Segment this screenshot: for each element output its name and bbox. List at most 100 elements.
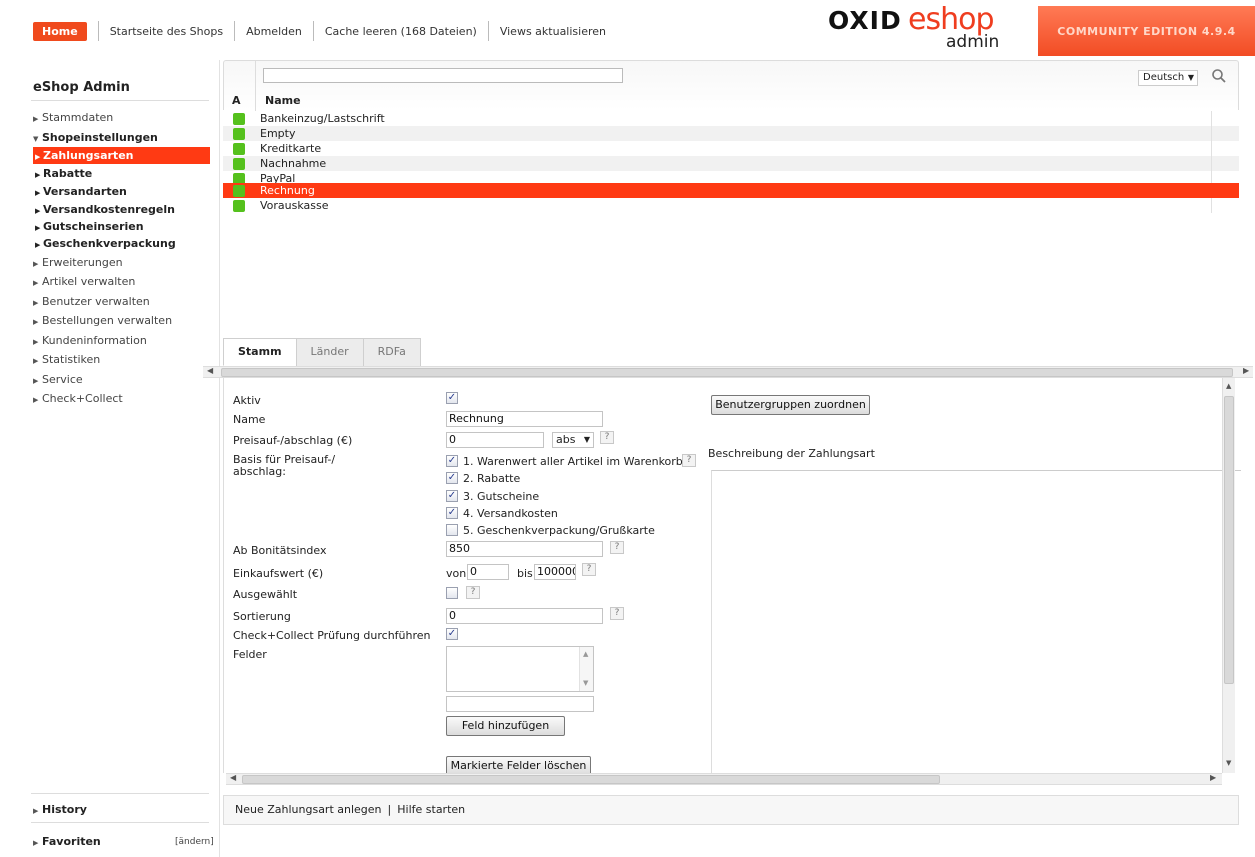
bis-input[interactable]: 1000000 [534, 564, 576, 580]
scroll-right-icon[interactable]: ▶ [1210, 773, 1216, 782]
divider: | [387, 803, 392, 816]
sidebar-item-history[interactable]: ▶ History [33, 801, 87, 819]
sidebar-item-kundeninformation[interactable]: ▶ Kundeninformation [33, 332, 147, 350]
basis-option-checkbox[interactable]: ✓ [446, 507, 458, 519]
sidebar-item-artikel[interactable]: ▶ Artikel verwalten [33, 273, 135, 291]
favorites-edit-link[interactable]: [ändern] [175, 837, 214, 847]
search-input[interactable] [263, 68, 623, 83]
divider [487, 21, 489, 41]
sidebar-subitem-gutscheinserien[interactable]: ▶ Gutscheinserien [33, 218, 210, 235]
help-icon[interactable]: ? [582, 563, 596, 576]
help-link[interactable]: Hilfe starten [397, 803, 465, 816]
new-payment-method-link[interactable]: Neue Zahlungsart anlegen [235, 803, 382, 816]
help-icon[interactable]: ? [600, 431, 614, 444]
bonitaet-input[interactable]: 850 [446, 541, 603, 557]
tab-rdfa[interactable]: RDFa [362, 338, 421, 366]
basis-option-checkbox[interactable]: ✓ [446, 472, 458, 484]
sidebar-item-shopeinstellungen[interactable]: ▼ Shopeinstellungen [33, 129, 158, 147]
basis-option-label: 3. Gutscheine [463, 490, 540, 503]
list-row[interactable]: Kreditkarte [223, 141, 1239, 156]
new-field-input[interactable] [446, 696, 594, 712]
scroll-down-icon[interactable]: ▼ [1226, 759, 1231, 767]
scroll-down-icon[interactable]: ▼ [583, 679, 588, 687]
search-icon[interactable] [1210, 67, 1228, 85]
vertical-scrollbar[interactable]: ▲ ▼ [579, 647, 593, 691]
list-row[interactable]: Vorauskasse [223, 198, 1239, 213]
divider [1211, 126, 1212, 141]
preis-unit-value: abs [556, 433, 576, 446]
sortierung-input[interactable]: 0 [446, 608, 603, 624]
felder-label: Felder [233, 648, 267, 661]
clear-cache-link[interactable]: Cache leeren (168 Dateien) [325, 25, 477, 38]
scroll-up-icon[interactable]: ▲ [583, 650, 588, 658]
list-row[interactable]: Nachnahme [223, 156, 1239, 171]
bottom-action-bar: Neue Zahlungsart anlegen | Hilfe starten [223, 795, 1239, 825]
sidebar-item-favoriten[interactable]: ▶ Favoriten [33, 833, 101, 851]
vertical-scrollbar[interactable]: ▲ ▼ [1222, 378, 1235, 773]
home-link[interactable]: Home [33, 21, 87, 41]
sidebar-item-service[interactable]: ▶ Service [33, 371, 83, 389]
assign-user-groups-button[interactable]: Benutzergruppen zuordnen [711, 395, 870, 415]
scrollbar-thumb[interactable] [242, 775, 940, 784]
name-label: Name [233, 413, 266, 426]
help-icon[interactable]: ? [610, 541, 624, 554]
name-input[interactable]: Rechnung [446, 411, 603, 427]
divider [1211, 111, 1212, 126]
scrollbar-thumb[interactable] [221, 368, 1233, 377]
checkcollect-checkbox[interactable]: ✓ [446, 628, 458, 640]
scroll-up-icon[interactable]: ▲ [1226, 382, 1231, 390]
help-icon[interactable]: ? [466, 586, 480, 599]
description-editor[interactable] [711, 470, 1241, 773]
scroll-right-icon[interactable]: ▶ [1243, 366, 1249, 375]
scroll-left-icon[interactable]: ◀ [207, 366, 213, 375]
basis-option-checkbox[interactable]: ✓ [446, 490, 458, 502]
sidebar-item-label: Geschenkverpackung [43, 237, 176, 250]
basis-option-checkbox[interactable]: ✓ [446, 455, 458, 467]
aktiv-checkbox[interactable]: ✓ [446, 392, 458, 404]
sidebar-subitem-versandarten[interactable]: ▶ Versandarten [33, 183, 210, 200]
column-header-active[interactable]: A [232, 94, 241, 107]
horizontal-scrollbar[interactable]: ◀ ▶ [226, 773, 1222, 785]
add-field-button[interactable]: Feld hinzufügen [446, 716, 565, 736]
payment-detail-form: Aktiv ✓ Name Rechnung Preisauf-/abschlag… [223, 378, 1241, 776]
update-views-link[interactable]: Views aktualisieren [500, 25, 606, 38]
einkauf-label: Einkaufswert (€) [233, 567, 324, 580]
list-row[interactable]: Bankeinzug/Lastschrift [223, 111, 1239, 126]
logout-link[interactable]: Abmelden [246, 25, 302, 38]
tab-stamm[interactable]: Stamm [223, 338, 297, 366]
horizontal-scrollbar[interactable]: ◀ ▶ [203, 366, 1253, 378]
active-status-icon [233, 113, 245, 125]
sidebar-item-stammdaten[interactable]: ▶ Stammdaten [33, 109, 113, 127]
sidebar-item-check-collect[interactable]: ▶ Check+Collect [33, 390, 123, 408]
caret-down-icon: ▼ [583, 435, 590, 444]
preis-input[interactable]: 0 [446, 432, 544, 448]
top-navigation: Home Startseite des Shops Abmelden Cache… [33, 20, 606, 42]
scroll-left-icon[interactable]: ◀ [230, 773, 236, 782]
list-row[interactable]: Empty [223, 126, 1239, 141]
sidebar-item-benutzer[interactable]: ▶ Benutzer verwalten [33, 293, 150, 311]
sidebar-subitem-zahlungsarten[interactable]: ▶ Zahlungsarten [33, 147, 210, 164]
help-icon[interactable]: ? [682, 454, 696, 467]
ausgewaehlt-checkbox[interactable] [446, 587, 458, 599]
bis-label: bis [517, 567, 533, 580]
von-input[interactable]: 0 [467, 564, 509, 580]
top-bar: Home Startseite des Shops Abmelden Cache… [0, 0, 1255, 58]
sidebar-subitem-versandkostenregeln[interactable]: ▶ Versandkostenregeln [33, 201, 210, 218]
basis-option-label: 5. Geschenkverpackung/Grußkarte [463, 524, 655, 537]
sidebar-item-bestellungen[interactable]: ▶ Bestellungen verwalten [33, 312, 172, 330]
sidebar-item-statistiken[interactable]: ▶ Statistiken [33, 351, 100, 369]
tab-laender[interactable]: Länder [295, 338, 364, 366]
shop-start-link[interactable]: Startseite des Shops [110, 25, 223, 38]
basis-option-checkbox[interactable] [446, 524, 458, 536]
sidebar-subitem-rabatte[interactable]: ▶ Rabatte [33, 165, 210, 182]
sidebar-subitem-geschenkverpackung[interactable]: ▶ Geschenkverpackung [33, 235, 210, 252]
sidebar-item-erweiterungen[interactable]: ▶ Erweiterungen [33, 254, 123, 272]
active-status-icon [233, 143, 245, 155]
help-icon[interactable]: ? [610, 607, 624, 620]
felder-list[interactable]: ▲ ▼ [446, 646, 594, 692]
column-header-name[interactable]: Name [265, 94, 301, 107]
scrollbar-thumb[interactable] [1224, 396, 1234, 684]
language-select[interactable]: Deutsch ▼ [1138, 70, 1198, 86]
preis-unit-select[interactable]: abs ▼ [552, 432, 594, 448]
list-row-selected[interactable]: Rechnung [223, 183, 1239, 198]
